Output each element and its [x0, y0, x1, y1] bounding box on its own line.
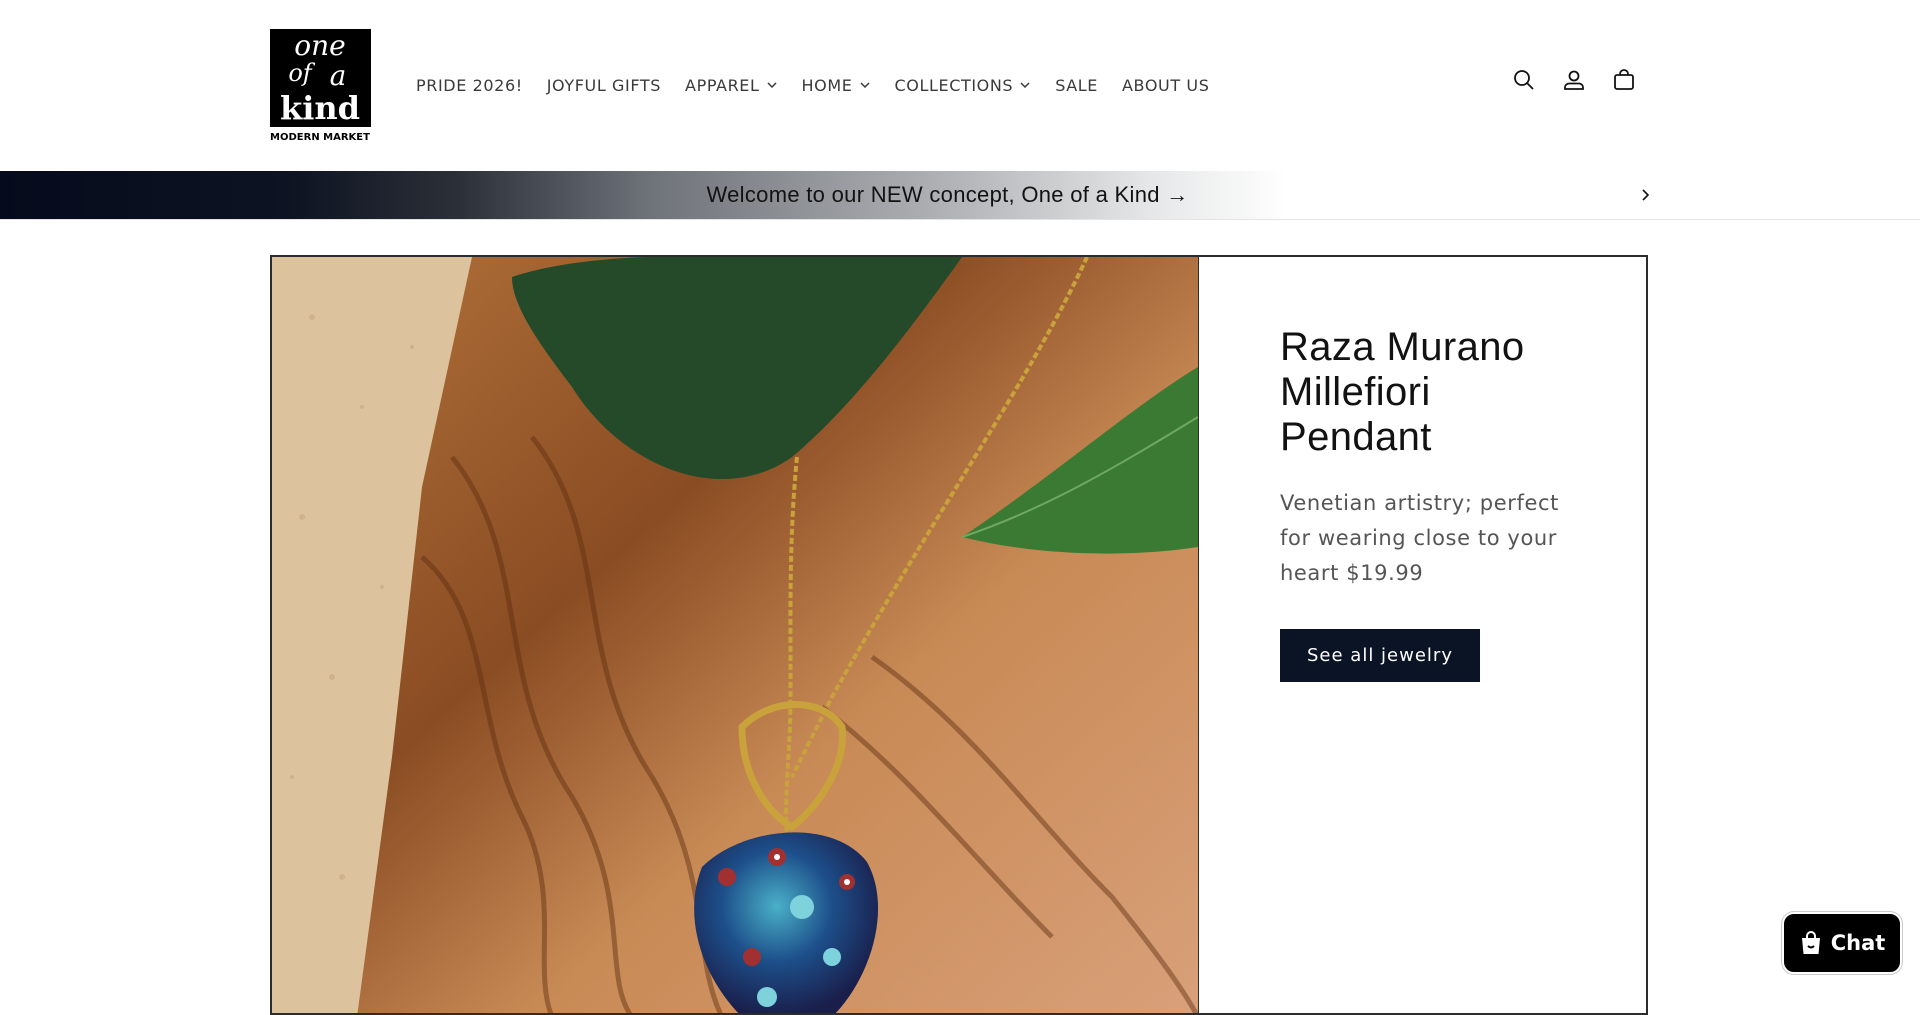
site-header: one of a kind MODERN MARKET PRIDE 2026! J…: [0, 0, 1920, 171]
nav-item-home[interactable]: HOME: [790, 76, 883, 95]
see-all-jewelry-button[interactable]: See all jewelry: [1280, 629, 1480, 682]
chat-label: Chat: [1830, 931, 1886, 955]
nav-item-label: ABOUT US: [1122, 75, 1210, 95]
logo-word-of: of: [288, 59, 315, 87]
main-nav: PRIDE 2026! JOYFUL GIFTS APPAREL HOME COLLEC…: [404, 70, 1222, 100]
logo-word-kind: kind: [280, 89, 360, 127]
nav-item-label: APPAREL: [685, 75, 760, 95]
nav-item-label: JOYFUL GIFTS: [546, 75, 662, 95]
nav-item-apparel[interactable]: APPAREL: [673, 76, 790, 95]
announcement-link[interactable]: Welcome to our NEW concept, One of a Kin…: [0, 171, 1895, 219]
nav-item-joyful-gifts[interactable]: JOYFUL GIFTS: [535, 76, 673, 95]
product-details: Raza Murano Millefiori Pendant Venetian …: [1280, 325, 1580, 682]
nav-item-about-us[interactable]: ABOUT US: [1110, 76, 1221, 95]
nav-item-label: HOME: [801, 75, 853, 95]
nav-item-sale[interactable]: SALE: [1043, 76, 1110, 95]
logo-word-a: a: [330, 59, 347, 92]
logo-word-one: one: [294, 29, 345, 62]
chevron-down-icon: [767, 82, 777, 89]
announcement-bar: Welcome to our NEW concept, One of a Kin…: [0, 171, 1920, 220]
header-icons: [1510, 66, 1638, 94]
featured-product-section: Raza Murano Millefiori Pendant Venetian …: [270, 255, 1648, 1015]
cart-icon[interactable]: [1610, 66, 1638, 94]
logo[interactable]: one of a kind MODERN MARKET: [270, 29, 371, 144]
nav-item-label: SALE: [1055, 75, 1099, 95]
chat-button[interactable]: Chat: [1782, 912, 1902, 974]
product-description: Venetian artistry; perfect for wearing c…: [1280, 491, 1559, 585]
nav-item-pride-2026[interactable]: PRIDE 2026!: [404, 76, 535, 95]
shopping-bag-icon: [1801, 931, 1820, 954]
pendant-photo: [272, 257, 1198, 1013]
search-icon[interactable]: [1510, 66, 1538, 94]
chevron-down-icon: [1020, 82, 1030, 89]
chevron-down-icon: [859, 82, 870, 89]
nav-item-collections[interactable]: COLLECTIONS: [883, 76, 1044, 95]
chevron-right-icon[interactable]: [1636, 185, 1656, 205]
nav-item-label: COLLECTIONS: [894, 75, 1014, 95]
product-image: [272, 257, 1199, 1013]
account-icon[interactable]: [1560, 66, 1588, 94]
logo-tagline: MODERN MARKET: [270, 132, 370, 143]
product-title: Raza Murano Millefiori Pendant: [1280, 325, 1525, 459]
nav-item-label: PRIDE 2026!: [416, 75, 523, 95]
